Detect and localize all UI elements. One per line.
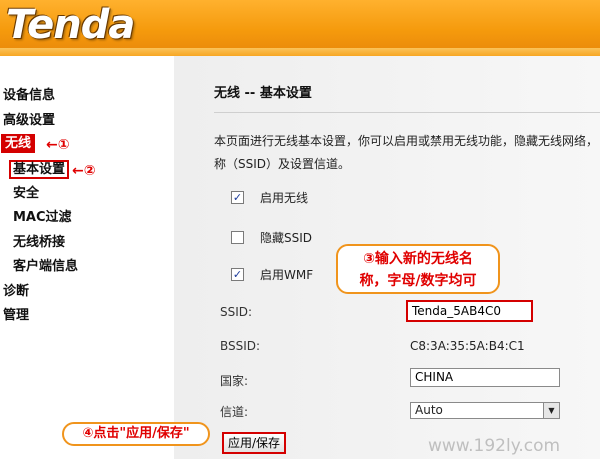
- sidebar-item-mac-filter[interactable]: MAC过滤: [13, 210, 72, 226]
- sidebar: 设备信息 高级设置 无线 ←① 基本设置 ←② 安全 MAC过滤 无线桥接 客户…: [0, 56, 174, 459]
- enable-wmf-label: 启用WMF: [260, 268, 314, 282]
- ssid-input[interactable]: Tenda_5AB4C0: [406, 300, 533, 322]
- hide-ssid-checkbox[interactable]: [231, 231, 244, 244]
- annotation-step2: ←②: [72, 163, 96, 179]
- annotation-step1: ←①: [46, 137, 70, 153]
- country-label: 国家:: [220, 374, 249, 388]
- callout-step3-line2: 称，字母/数字均可: [359, 273, 477, 289]
- hide-ssid-label: 隐藏SSID: [260, 231, 313, 245]
- enable-wireless-checkbox[interactable]: ✓: [231, 191, 244, 204]
- bssid-value: C8:3A:35:5A:B4:C1: [410, 339, 525, 353]
- enable-wireless-label: 启用无线: [260, 191, 309, 205]
- apply-save-button[interactable]: 应用/保存: [222, 432, 286, 454]
- sidebar-item-basic-settings[interactable]: 基本设置: [9, 160, 70, 179]
- sidebar-item-basic-settings-label: 基本设置: [9, 160, 70, 179]
- sidebar-item-advanced[interactable]: 高级设置: [3, 113, 55, 129]
- page-description: 本页面进行无线基本设置，你可以启用或禁用无线功能，隐藏无线网络，称（SSID）及…: [214, 134, 599, 171]
- bssid-label: BSSID:: [220, 339, 261, 353]
- tenda-logo: Tenda: [6, 2, 135, 48]
- enable-wmf-row: ✓ 启用WMF: [231, 266, 313, 283]
- country-field[interactable]: CHINA: [410, 368, 560, 387]
- header-stripe: [0, 48, 600, 56]
- sidebar-item-wireless-label: 无线: [1, 134, 36, 153]
- callout-step4: ④点击"应用/保存": [62, 422, 210, 446]
- sidebar-item-wireless[interactable]: 无线: [1, 134, 36, 153]
- enable-wireless-row: ✓ 启用无线: [231, 189, 308, 206]
- callout-step3-line1: ③输入新的无线名: [363, 251, 473, 267]
- page-title: 无线 -- 基本设置: [214, 86, 312, 101]
- channel-select-value: Auto: [415, 403, 443, 417]
- channel-label: 信道:: [220, 405, 249, 419]
- title-divider: [214, 112, 600, 113]
- sidebar-item-management[interactable]: 管理: [3, 308, 29, 324]
- sidebar-item-diagnostics[interactable]: 诊断: [3, 284, 29, 300]
- sidebar-item-client-info[interactable]: 客户端信息: [13, 259, 78, 275]
- chevron-down-icon[interactable]: ▼: [543, 403, 559, 418]
- watermark: www.192ly.com: [428, 436, 561, 456]
- enable-wmf-checkbox[interactable]: ✓: [231, 268, 244, 281]
- channel-select[interactable]: Auto ▼: [410, 402, 560, 419]
- sidebar-item-device-info[interactable]: 设备信息: [3, 88, 55, 104]
- sidebar-item-security[interactable]: 安全: [13, 186, 39, 202]
- header-bar: Tenda: [0, 0, 600, 56]
- ssid-label: SSID:: [220, 305, 253, 319]
- sidebar-item-wireless-bridge[interactable]: 无线桥接: [13, 235, 65, 251]
- hide-ssid-row: 隐藏SSID: [231, 229, 312, 246]
- callout-step3: ③输入新的无线名 称，字母/数字均可: [336, 244, 500, 294]
